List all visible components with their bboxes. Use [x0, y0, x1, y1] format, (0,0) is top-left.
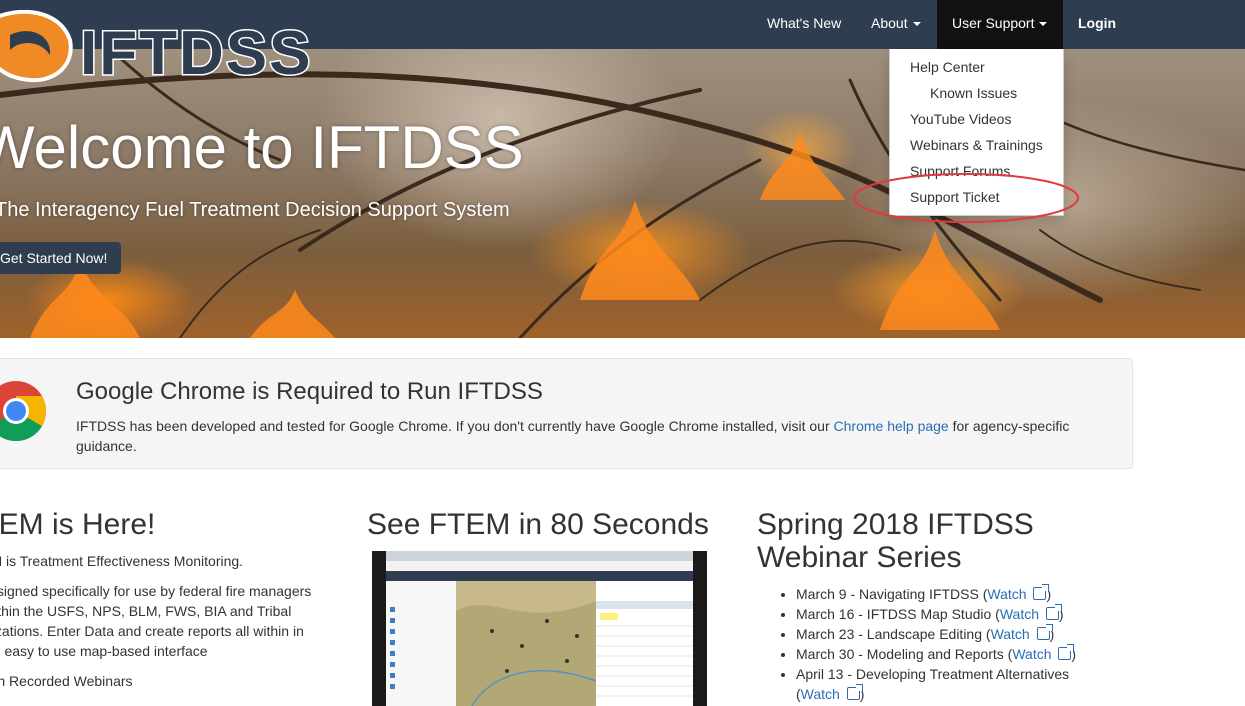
webinar-item-text: March 30 - Modeling and Reports: [796, 646, 1004, 662]
watch-link-label: Watch: [999, 606, 1040, 622]
ftem-paragraph-line: Designed specifically for use by federal…: [0, 583, 312, 599]
nav-whats-new-label: What's New: [767, 15, 842, 31]
caret-down-icon: [1039, 22, 1048, 27]
watch-link[interactable]: Watch: [987, 584, 1050, 602]
chrome-notice-title: Google Chrome is Required to Run IFTDSS: [76, 378, 543, 405]
watch-link-label: Watch: [1012, 646, 1052, 662]
watch-link-label: Watch: [800, 686, 840, 702]
logo-text: IFTDSS: [80, 19, 312, 88]
dropdown-item-webinars-trainings[interactable]: Webinars & Trainings: [910, 137, 1043, 153]
external-link-icon: [1033, 584, 1050, 600]
flame-icon: [0, 10, 73, 83]
ftem-paragraph-line: an easy to use map-based interface: [0, 643, 208, 659]
webinar-list: March 9 - Navigating IFTDSS (Watch ) Mar…: [777, 584, 1076, 704]
webinar-item-text: March 16 - IFTDSS Map Studio: [796, 606, 992, 622]
nav-whats-new[interactable]: What's New: [752, 0, 856, 49]
ftem-video-player[interactable]: [372, 551, 707, 706]
nav-login[interactable]: Login: [1063, 0, 1131, 49]
webinar-item: March 30 - Modeling and Reports (Watch ): [796, 644, 1076, 664]
dropdown-item-youtube-videos[interactable]: YouTube Videos: [910, 111, 1011, 127]
nav-login-label: Login: [1078, 15, 1117, 31]
watch-link[interactable]: Watch: [1012, 644, 1075, 662]
chrome-text-part: IFTDSS has been developed and tested for…: [76, 418, 834, 434]
nav-user-support[interactable]: User Support: [937, 0, 1063, 49]
highlight-ellipse-annotation: [853, 173, 1079, 223]
webinar-series-heading-line2: Webinar Series: [757, 541, 962, 574]
ftem-paragraph-line: within the USFS, NPS, BLM, FWS, BIA and …: [0, 603, 292, 619]
watch-link-label: Watch: [990, 626, 1030, 642]
webinar-item: March 9 - Navigating IFTDSS (Watch ): [796, 584, 1076, 604]
webinar-item: March 23 - Landscape Editing (Watch ): [796, 624, 1076, 644]
google-chrome-icon: [0, 381, 47, 442]
webinar-item-text: April 13 - Developing Treatment Alternat…: [796, 666, 1070, 682]
ftem-intro: FTEM is Treatment Effectiveness Monitori…: [0, 553, 244, 569]
external-link-icon: [846, 684, 863, 700]
dropdown-item-known-issues[interactable]: Known Issues: [930, 85, 1017, 101]
watch-link[interactable]: Watch: [999, 604, 1062, 622]
webinar-series-heading-line1: Spring 2018 IFTDSS: [757, 508, 1034, 541]
ftem-paragraph-line: organizations. Enter Data and create rep…: [0, 623, 304, 639]
ftem-heading: FTEM is Here!: [0, 508, 156, 541]
nav-about-label: About: [871, 15, 908, 31]
dropdown-item-help-center[interactable]: Help Center: [910, 59, 985, 75]
watch-recorded-webinars-link[interactable]: Watch Recorded Webinars: [0, 671, 133, 691]
caret-down-icon: [912, 22, 921, 27]
chrome-help-page-link[interactable]: Chrome help page: [834, 418, 949, 434]
video-thumbnail: [386, 551, 693, 706]
external-link-icon: [1045, 604, 1062, 620]
webinar-item-text: March 23 - Landscape Editing: [796, 626, 982, 642]
hero-title: Welcome to IFTDSS: [0, 114, 524, 181]
iftdss-logo[interactable]: IFTDSS: [0, 10, 340, 90]
watch-link[interactable]: Watch: [990, 624, 1053, 642]
webinar-item-text: March 9 - Navigating IFTDSS: [796, 586, 979, 602]
watch-link-label: Watch: [987, 586, 1027, 602]
webinar-item: March 16 - IFTDSS Map Studio (Watch ): [796, 604, 1076, 624]
webinar-item: April 13 - Developing Treatment Alternat…: [796, 664, 1076, 704]
external-link-icon: [1036, 624, 1053, 640]
nav-user-support-label: User Support: [952, 15, 1035, 31]
video-heading: See FTEM in 80 Seconds: [367, 508, 709, 541]
hero-subtitle: The Interagency Fuel Treatment Decision …: [0, 199, 510, 221]
chrome-notice-text: IFTDSS has been developed and tested for…: [76, 416, 1086, 456]
nav-about[interactable]: About: [856, 0, 936, 49]
get-started-button[interactable]: Get Started Now!: [0, 242, 122, 274]
external-link-icon: [1058, 644, 1075, 660]
watch-link[interactable]: Watch: [800, 684, 863, 702]
